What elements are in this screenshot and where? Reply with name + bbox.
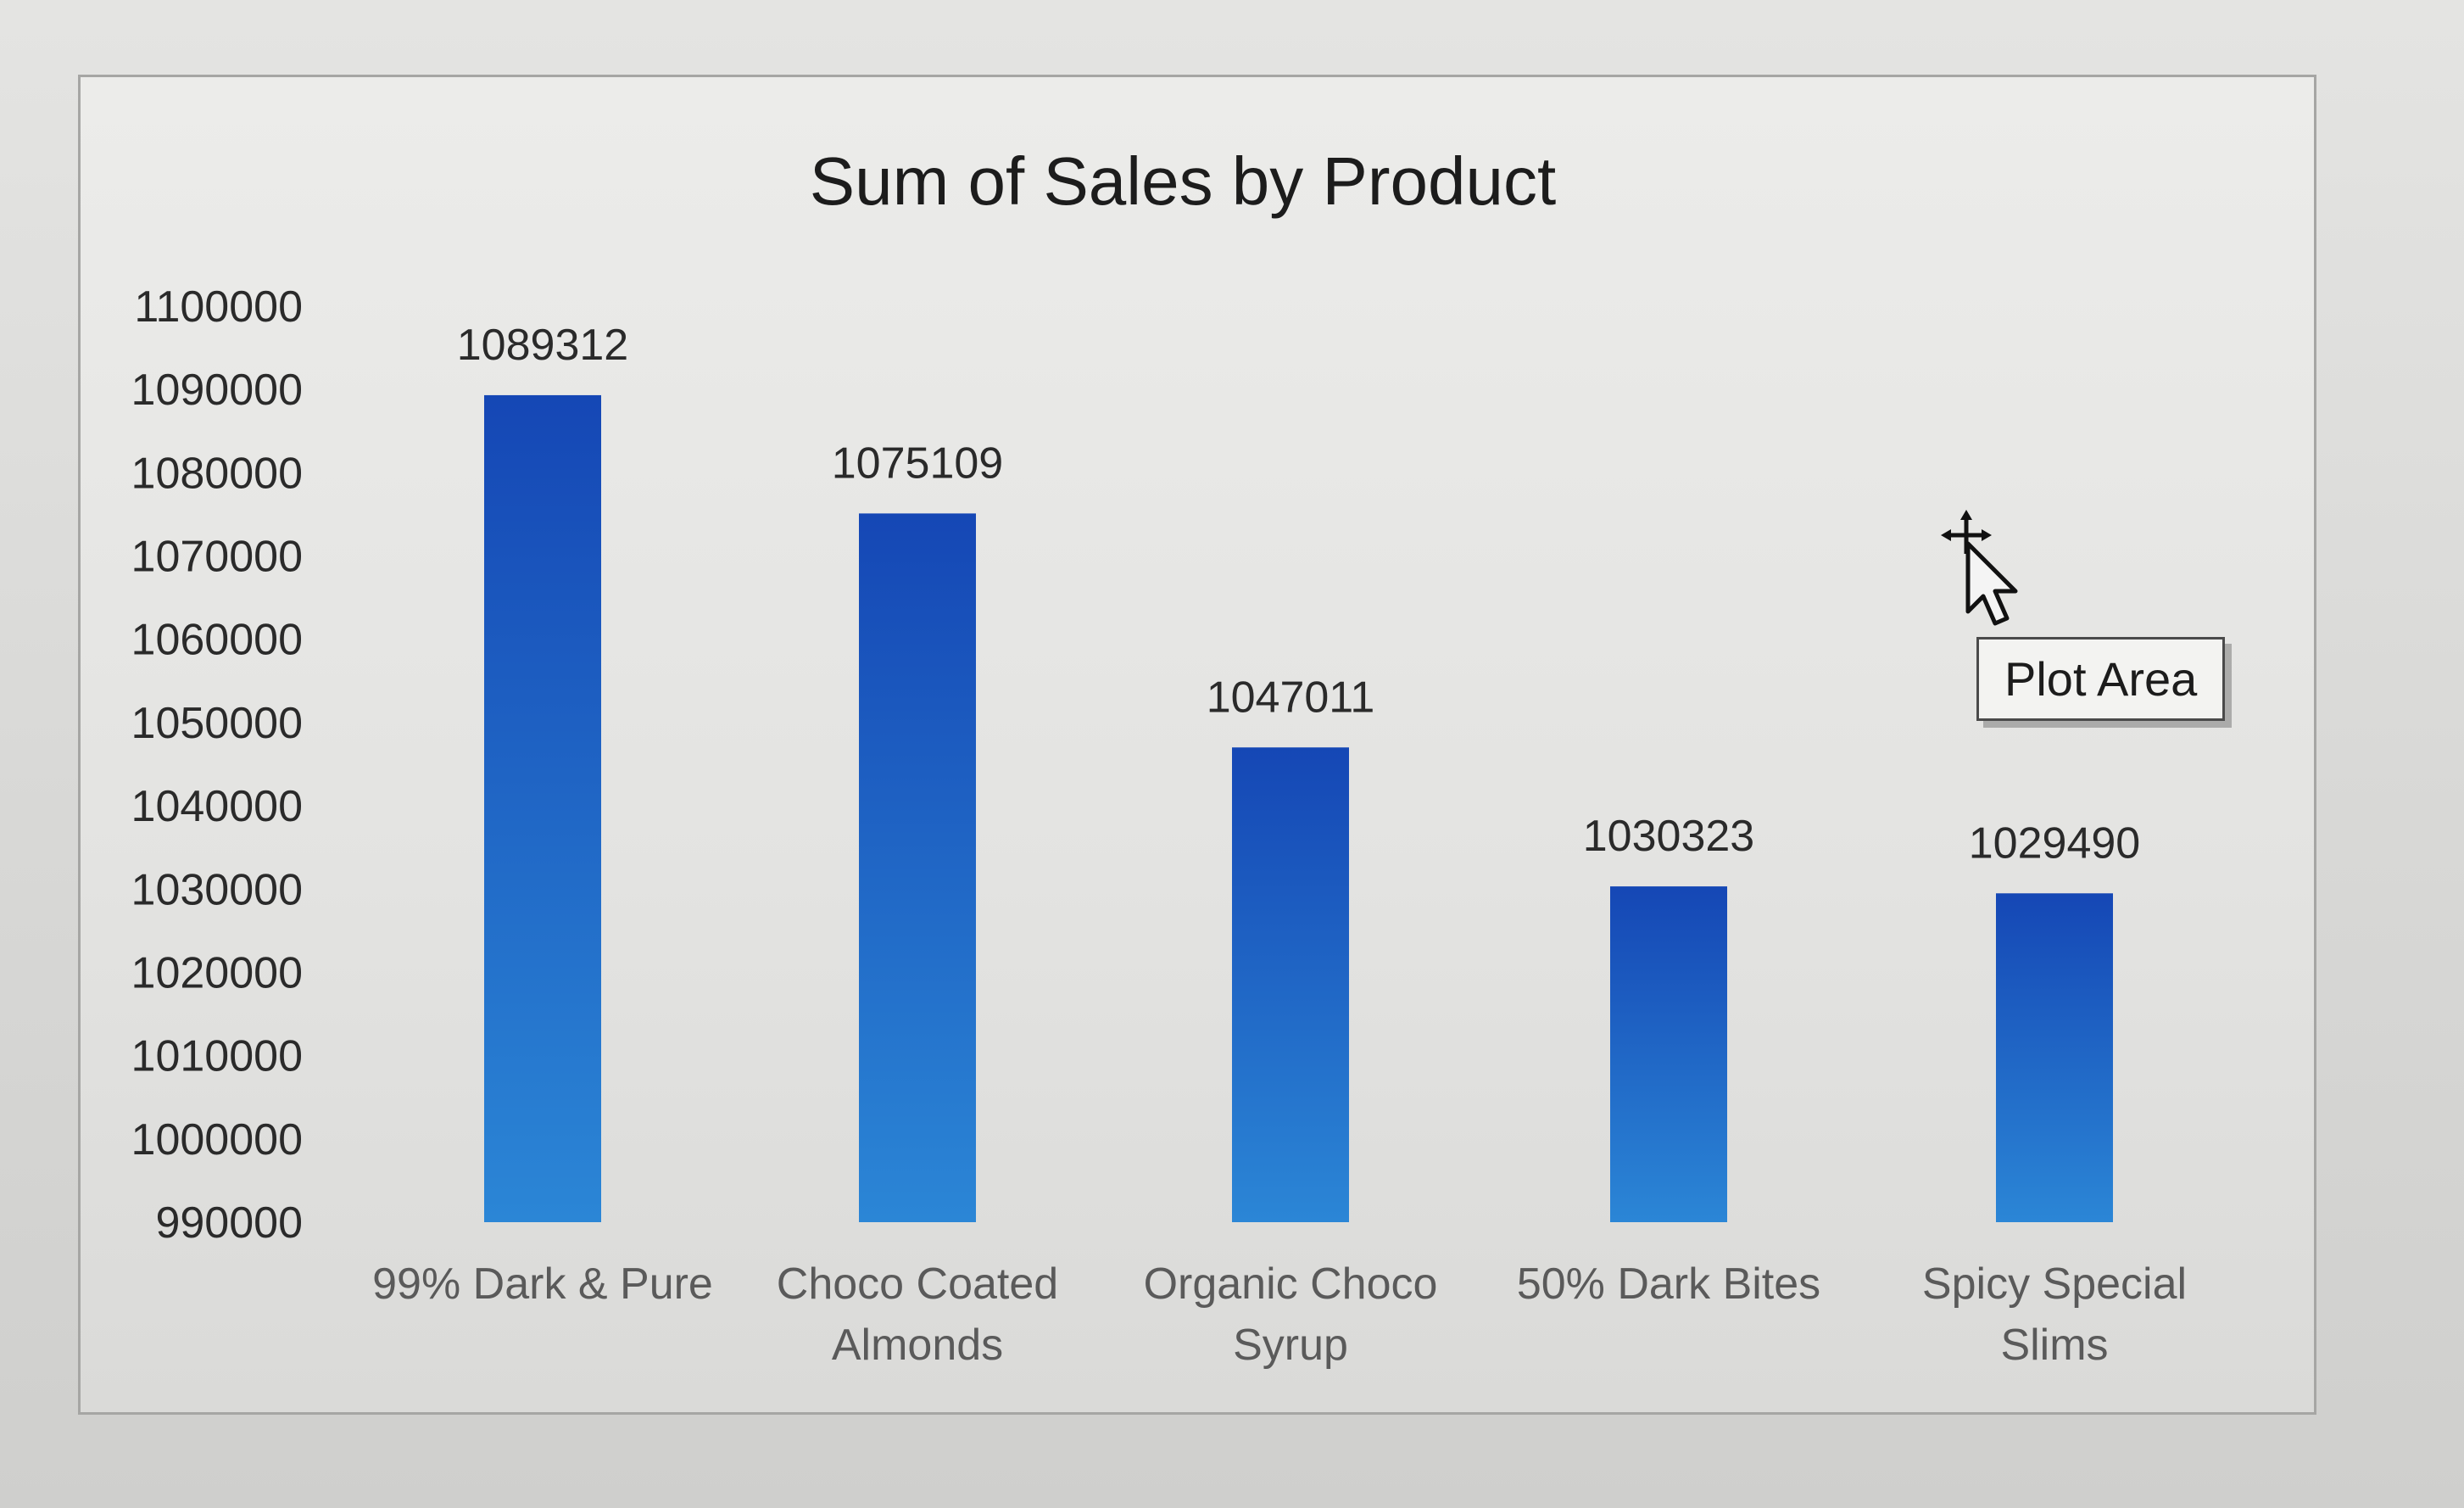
plot-area-tooltip: Plot Area (1976, 637, 2226, 721)
x-category-label: Syrup (1233, 1321, 1348, 1370)
plot-area[interactable] (484, 394, 2113, 1222)
tooltip-text: Plot Area (2004, 652, 2198, 706)
y-tick-label: 1060000 (131, 616, 303, 665)
y-tick-label: 1020000 (131, 948, 303, 997)
y-tick-label: 1000000 (131, 1115, 303, 1165)
y-tick-label: 990000 (155, 1198, 303, 1248)
y-tick-label: 1070000 (131, 533, 303, 582)
bar-value-label[interactable]: 1029490 (1969, 818, 2140, 868)
move-pointer-icon (1941, 510, 2018, 626)
y-tick-label: 1050000 (131, 699, 303, 748)
x-category-label: 50% Dark Bites (1517, 1259, 1820, 1309)
x-category-label: Organic Choco (1144, 1259, 1438, 1309)
bar-value-label[interactable]: 1047011 (1207, 673, 1375, 722)
y-tick-label: 1090000 (131, 366, 303, 415)
x-category-label: Almonds (832, 1321, 1003, 1370)
bar[interactable] (484, 394, 601, 1222)
y-tick-label: 1100000 (134, 282, 303, 332)
y-tick-label: 1030000 (131, 865, 303, 914)
chart-title[interactable]: Sum of Sales by Product (810, 143, 1556, 219)
bar[interactable] (1232, 747, 1349, 1222)
bar[interactable] (1996, 893, 2113, 1222)
chart-area[interactable]: Sum of Sales by Product 1100000 1090000 10… (78, 75, 2316, 1415)
y-tick-label: 1080000 (131, 449, 303, 498)
x-category-label: Choco Coated (777, 1259, 1058, 1309)
x-category-label: 99% Dark & Pure (372, 1259, 713, 1309)
y-tick-label: 1010000 (131, 1032, 303, 1081)
y-tick-label: 1040000 (131, 782, 303, 831)
y-axis[interactable]: 1100000 1090000 1080000 1070000 1060000 10500… (131, 282, 303, 1248)
x-axis[interactable]: 99% Dark & Pure Choco Coated Almonds Organi… (372, 1259, 2187, 1370)
x-category-label: Spicy Special (1922, 1259, 2187, 1309)
bar-value-label[interactable]: 1030323 (1583, 812, 1754, 861)
bar-value-label[interactable]: 1075109 (832, 438, 1003, 488)
bar-chart[interactable]: Sum of Sales by Product 1100000 1090000 10… (81, 77, 2314, 1412)
bar[interactable] (859, 513, 976, 1222)
screen-background: Sum of Sales by Product 1100000 1090000 10… (0, 0, 2464, 1508)
bar-value-label[interactable]: 1089312 (457, 321, 628, 370)
bar[interactable] (1610, 886, 1727, 1222)
x-category-label: Slims (2000, 1321, 2108, 1370)
